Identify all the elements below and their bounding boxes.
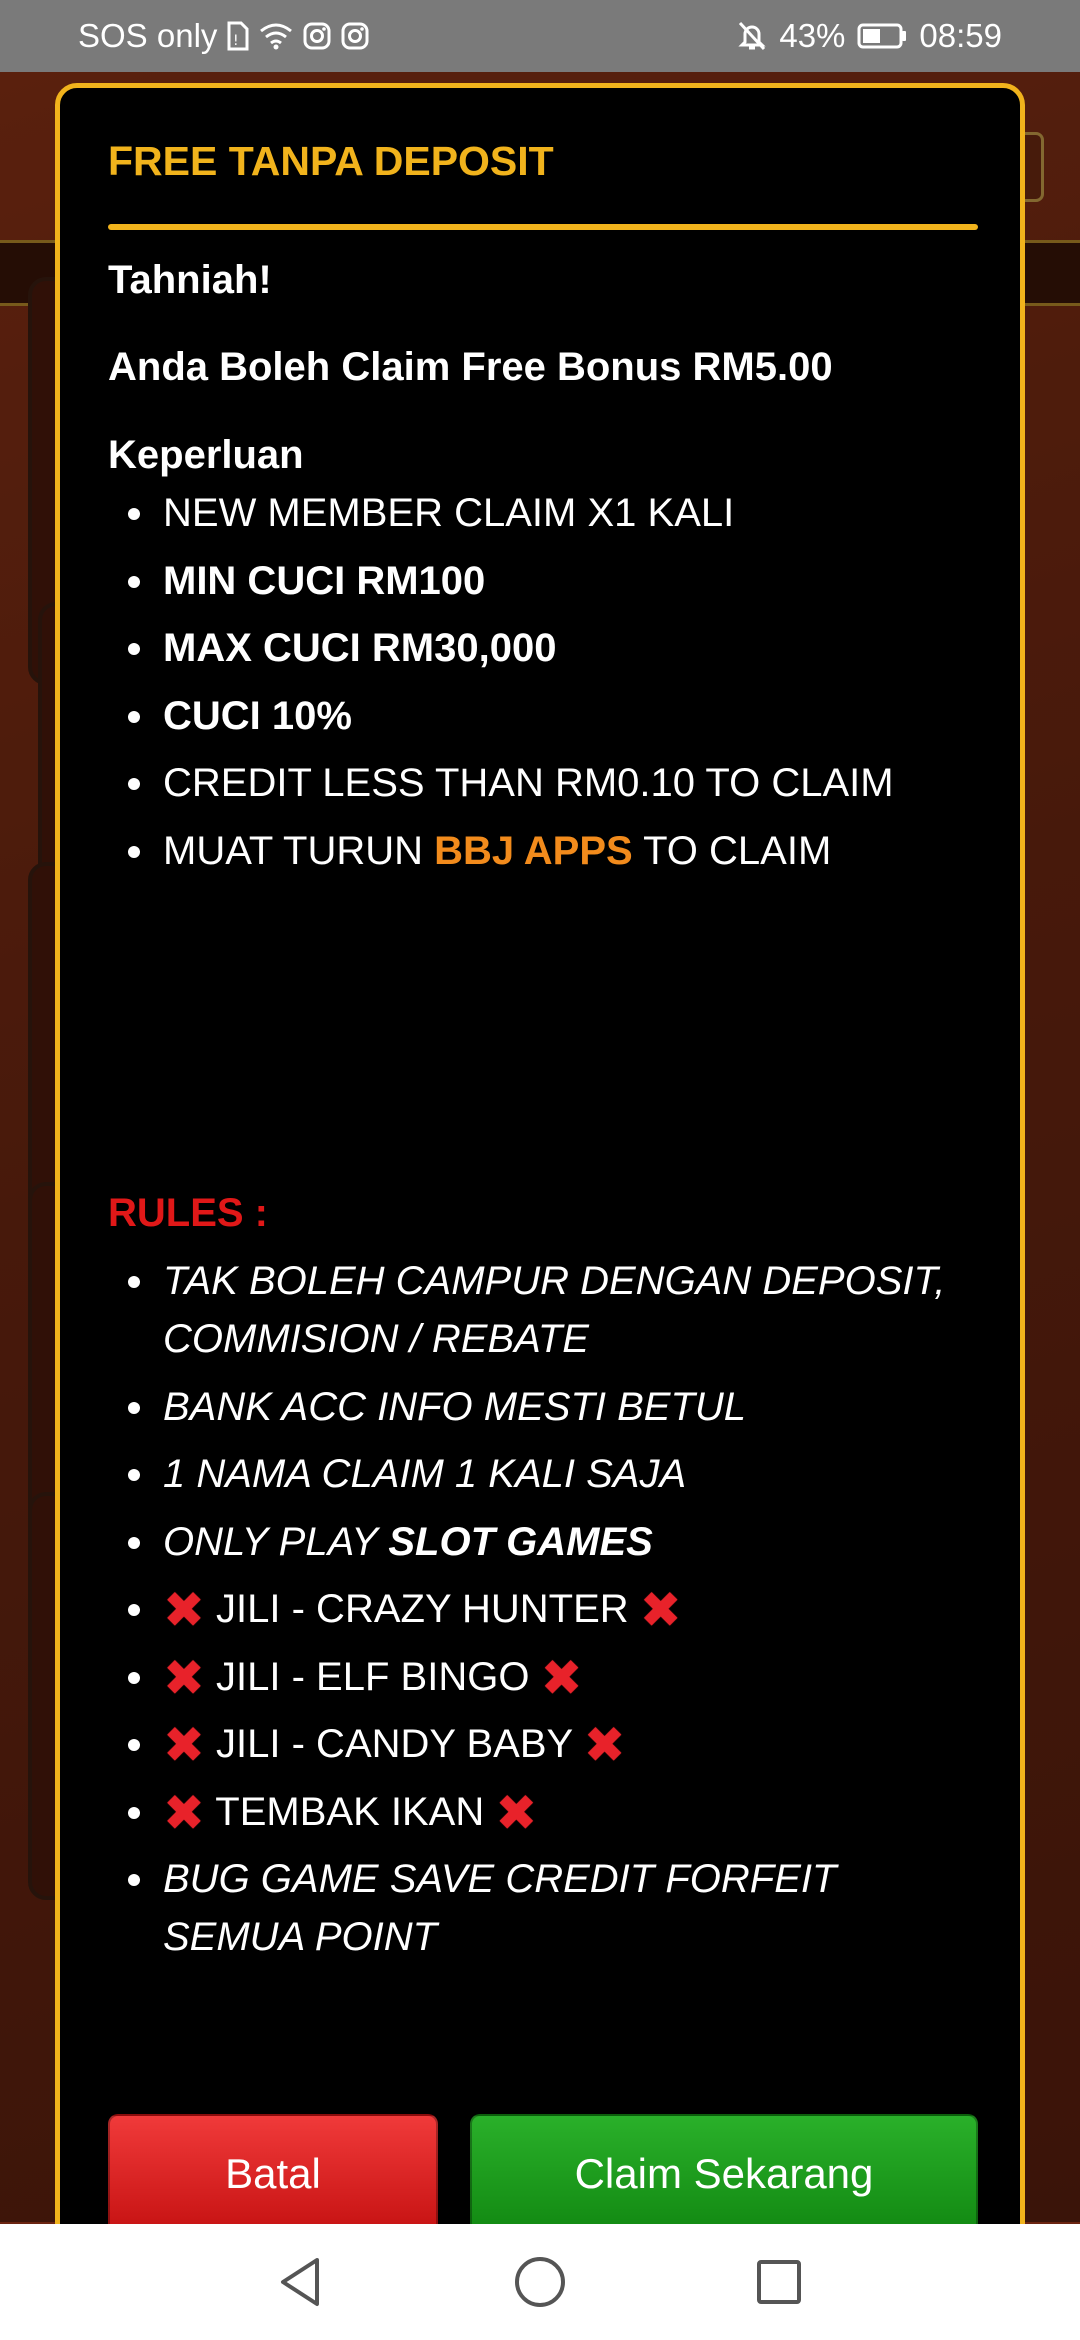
excluded-game: JILI - CRAZY HUNTER — [216, 1587, 629, 1631]
excluded-game: JILI - ELF BINGO — [216, 1654, 530, 1699]
carrier-text: SOS only — [78, 17, 218, 54]
cancel-button[interactable]: Batal — [108, 2114, 438, 2234]
requirements-heading: Keperluan — [108, 433, 304, 477]
dialog-body: Tahniah! Anda Boleh Claim Free Bonus RM5… — [108, 258, 988, 889]
notifications-muted-icon — [737, 20, 767, 52]
cross-mark-icon: ✖ — [163, 1717, 205, 1773]
cross-mark-icon: ✖ — [163, 1784, 205, 1841]
app-name-highlight: BBJ APPS — [434, 828, 633, 873]
download-prefix: MUAT TURUN — [163, 828, 423, 873]
congrats-text: Tahniah! — [108, 258, 272, 302]
list-item: ONLY PLAY SLOT GAMES — [108, 1513, 988, 1571]
list-item: BUG GAME SAVE CREDIT FORFEIT SEMUA POINT — [108, 1850, 988, 1966]
list-item: ✖ TEMBAK IKAN ✖ — [108, 1783, 988, 1841]
list-item: CUCI 10% — [108, 687, 988, 745]
system-navigation-bar — [0, 2224, 1080, 2340]
list-item: ✖ JILI - CANDY BABY ✖ — [108, 1715, 988, 1773]
dialog-title: FREE TANPA DEPOSIT — [108, 138, 554, 184]
excluded-game: JILI - CANDY BABY — [216, 1722, 573, 1766]
sim-card-icon: ! — [227, 21, 249, 51]
rules-list: TAK BOLEH CAMPUR DENGAN DEPOSIT, COMMISI… — [108, 1252, 988, 1976]
claim-now-button[interactable]: Claim Sekarang — [470, 2114, 978, 2234]
status-bar: SOS only ! 43% 08:59 — [0, 0, 1080, 72]
clock-time: 08:59 — [919, 17, 1002, 54]
cross-mark-icon: ✖ — [495, 1784, 538, 1841]
title-divider — [108, 224, 978, 230]
rule-prefix: ONLY PLAY — [163, 1519, 378, 1564]
bonus-dialog: FREE TANPA DEPOSIT Tahniah! Anda Boleh C… — [55, 83, 1025, 2323]
list-item: BANK ACC INFO MESTI BETUL — [108, 1378, 988, 1436]
list-item: TAK BOLEH CAMPUR DENGAN DEPOSIT, COMMISI… — [108, 1252, 988, 1368]
download-suffix: TO CLAIM — [643, 828, 832, 873]
recent-apps-icon[interactable] — [755, 2258, 803, 2306]
cross-mark-icon: ✖ — [163, 1649, 205, 1706]
home-icon[interactable] — [513, 2255, 567, 2309]
list-item: MIN CUCI RM100 — [108, 552, 988, 610]
instagram-icon — [303, 22, 331, 50]
cross-mark-icon: ✖ — [583, 1717, 626, 1773]
excluded-game: TEMBAK IKAN — [215, 1789, 485, 1834]
bonus-amount-text: Anda Boleh Claim Free Bonus RM5.00 — [108, 345, 833, 389]
requirements-list: NEW MEMBER CLAIM X1 KALI MIN CUCI RM100 … — [108, 484, 988, 880]
cross-mark-icon: ✖ — [163, 1582, 205, 1638]
rules-heading: RULES : — [108, 1191, 268, 1235]
svg-text:!: ! — [233, 33, 239, 49]
list-item: ✖ JILI - ELF BINGO ✖ — [108, 1648, 988, 1706]
list-item: MAX CUCI RM30,000 — [108, 619, 988, 677]
battery-percent: 43% — [779, 17, 846, 54]
back-icon[interactable] — [277, 2256, 325, 2308]
cross-mark-icon: ✖ — [540, 1649, 583, 1706]
list-item: ✖ JILI - CRAZY HUNTER ✖ — [108, 1580, 988, 1638]
instagram-icon — [341, 22, 369, 50]
rule-highlight: SLOT GAMES — [388, 1519, 653, 1564]
wifi-icon — [259, 22, 293, 50]
list-item: 1 NAMA CLAIM 1 KALI SAJA — [108, 1445, 988, 1503]
list-item: CREDIT LESS THAN RM0.10 TO CLAIM — [108, 754, 988, 812]
list-item: MUAT TURUN BBJ APPS TO CLAIM — [108, 822, 988, 880]
battery-icon — [857, 22, 907, 50]
cross-mark-icon: ✖ — [639, 1582, 682, 1638]
list-item: NEW MEMBER CLAIM X1 KALI — [108, 484, 988, 542]
